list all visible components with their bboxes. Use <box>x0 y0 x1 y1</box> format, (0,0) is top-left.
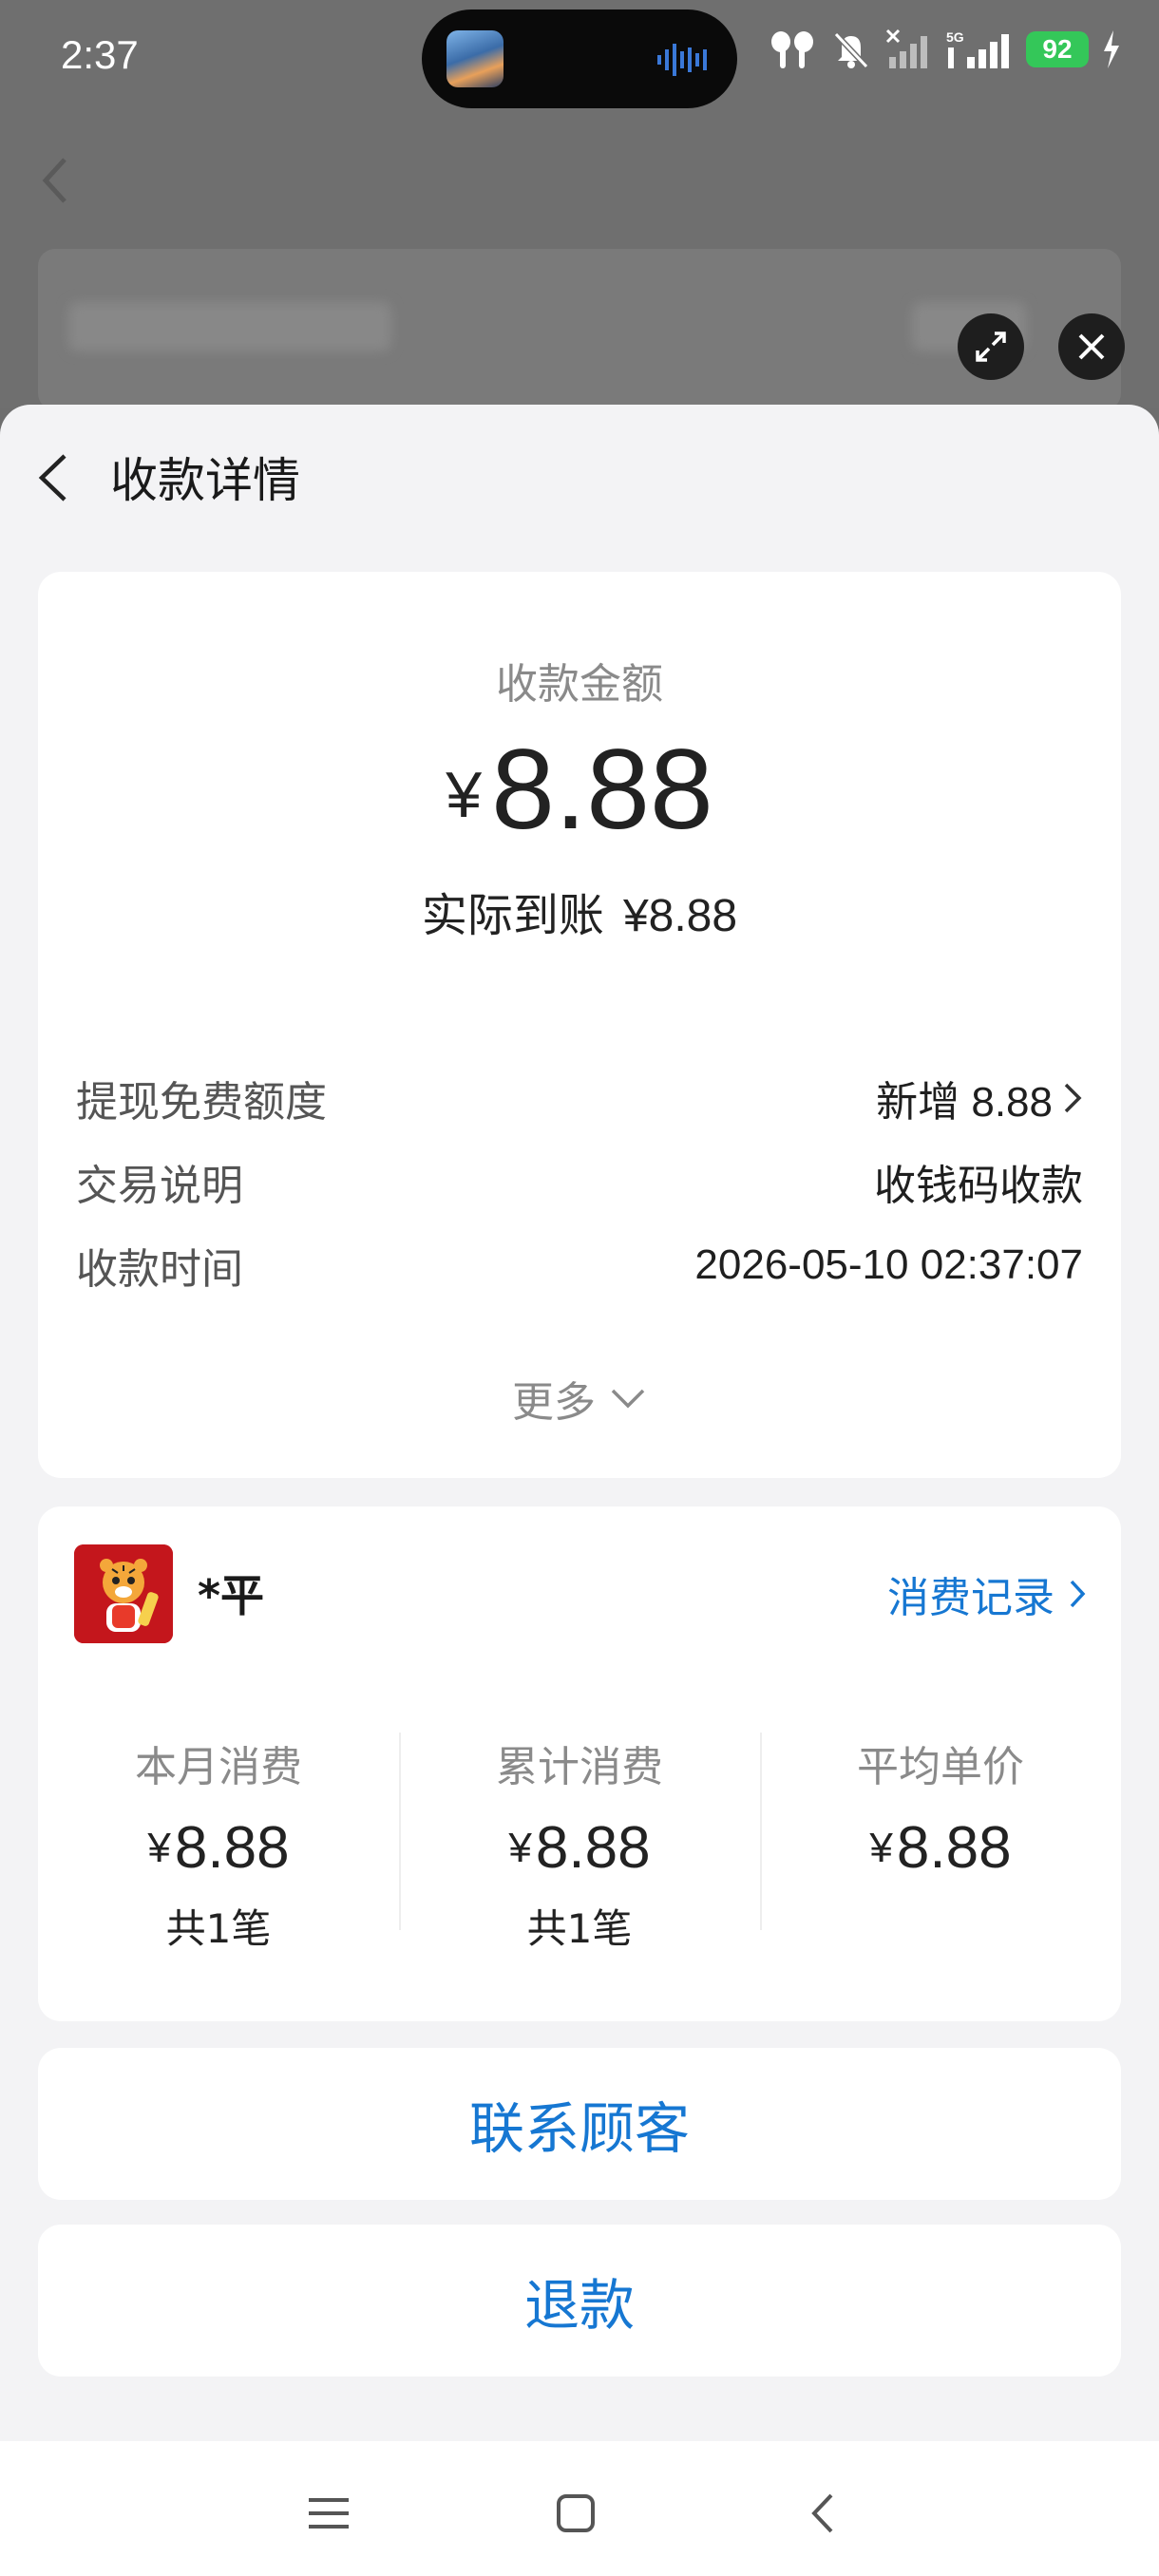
background-blurred-text <box>68 302 391 351</box>
stat-value: ¥8.88 <box>147 1815 290 1881</box>
stat-total: 累计消费 ¥8.88 共1笔 <box>399 1733 760 1952</box>
media-thumbnail <box>446 30 504 87</box>
amount-number: 8.88 <box>491 726 713 853</box>
nav-home-button[interactable] <box>547 2485 604 2542</box>
charging-icon <box>1104 30 1119 68</box>
stat-average-price: 平均单价 ¥8.88 <box>760 1733 1121 1930</box>
actual-received-label: 实际到账 <box>421 889 604 942</box>
screen: 2:37 5G 92 收款详情 收款金额 ¥8.88 实际到账 ¥8.88 提现… <box>0 0 1159 2576</box>
chevron-down-icon <box>611 1389 645 1409</box>
mute-bell-icon <box>833 31 869 69</box>
stat-this-month: 本月消费 ¥8.88 共1笔 <box>38 1733 399 1952</box>
records-link-label: 消费记录 <box>887 1574 1054 1622</box>
stat-label: 平均单价 <box>857 1743 1024 1791</box>
actual-received: 实际到账 ¥8.88 <box>38 878 1121 944</box>
more-label: 更多 <box>512 1378 596 1427</box>
detail-sheet: 收款详情 收款金额 ¥8.88 实际到账 ¥8.88 提现免费额度 新增 8.88… <box>0 405 1159 2441</box>
earbuds-icon <box>771 31 813 68</box>
back-icon <box>811 2493 833 2533</box>
more-button[interactable]: 更多 <box>38 1368 1121 1429</box>
svg-text:5G: 5G <box>946 29 964 45</box>
system-nav-bar <box>0 2441 1159 2576</box>
actual-received-value: ¥8.88 <box>622 891 738 941</box>
expand-button[interactable] <box>958 313 1024 380</box>
refund-button[interactable]: 退款 <box>38 2225 1121 2377</box>
customer-stats: 本月消费 ¥8.88 共1笔 累计消费 ¥8.88 共1笔 平均单价 ¥8.88 <box>38 1733 1121 1952</box>
chevron-right-icon <box>1070 1580 1086 1608</box>
amount-value: ¥8.88 <box>38 724 1121 855</box>
nav-recents-button[interactable] <box>300 2485 357 2542</box>
detail-row-description: 交易说明 收钱码收款 <box>76 1153 1083 1210</box>
background-back-icon <box>42 158 66 203</box>
home-square-icon <box>557 2494 595 2532</box>
close-button[interactable] <box>1058 313 1125 380</box>
status-time: 2:37 <box>61 32 139 77</box>
audio-wave-icon <box>657 44 707 76</box>
amount-card: 收款金额 ¥8.88 实际到账 ¥8.88 提现免费额度 新增 8.88 交易说明… <box>38 572 1121 1478</box>
detail-value: 收钱码收款 <box>874 1162 1083 1210</box>
stat-label: 累计消费 <box>496 1743 663 1791</box>
dynamic-island[interactable] <box>422 9 737 108</box>
page-title: 收款详情 <box>110 453 300 508</box>
detail-row-free-quota[interactable]: 提现免费额度 新增 8.88 <box>76 1070 1083 1127</box>
consumption-records-link[interactable]: 消费记录 <box>887 1563 1087 1624</box>
menu-icon <box>309 2498 349 2529</box>
nav-back-button[interactable] <box>794 2485 851 2542</box>
close-icon <box>1078 333 1105 360</box>
detail-key: 交易说明 <box>76 1162 243 1210</box>
detail-key: 收款时间 <box>76 1245 243 1294</box>
tiger-mascot-icon <box>74 1544 173 1643</box>
chevron-right-icon <box>1064 1083 1082 1113</box>
expand-icon <box>976 331 1006 362</box>
stat-value: ¥8.88 <box>869 1815 1012 1881</box>
avatar <box>74 1544 173 1643</box>
stat-count: 共1笔 <box>526 1905 633 1952</box>
signal-no-service-icon <box>885 28 927 68</box>
contact-customer-button[interactable]: 联系顾客 <box>38 2048 1121 2200</box>
battery-indicator: 92 <box>1026 31 1089 67</box>
signal-5g-icon: 5G <box>946 29 1009 68</box>
stat-count: 共1笔 <box>165 1905 272 1952</box>
customer-name: *平 <box>198 1570 265 1621</box>
customer-card: *平 消费记录 本月消费 ¥8.88 共1笔 累计消费 ¥8.88 共1笔 平均… <box>38 1506 1121 2021</box>
status-icons: 5G 92 <box>768 28 1121 70</box>
currency-symbol: ¥ <box>446 759 483 831</box>
detail-row-time: 收款时间 2026-05-10 02:37:07 <box>76 1237 1083 1294</box>
back-arrow-icon[interactable] <box>34 445 72 511</box>
detail-key: 提现免费额度 <box>76 1078 327 1127</box>
stat-value: ¥8.88 <box>508 1815 651 1881</box>
detail-value: 2026-05-10 02:37:07 <box>694 1241 1083 1288</box>
stat-label: 本月消费 <box>135 1743 302 1791</box>
amount-label: 收款金额 <box>496 660 663 709</box>
detail-value: 新增 8.88 <box>876 1068 1083 1128</box>
